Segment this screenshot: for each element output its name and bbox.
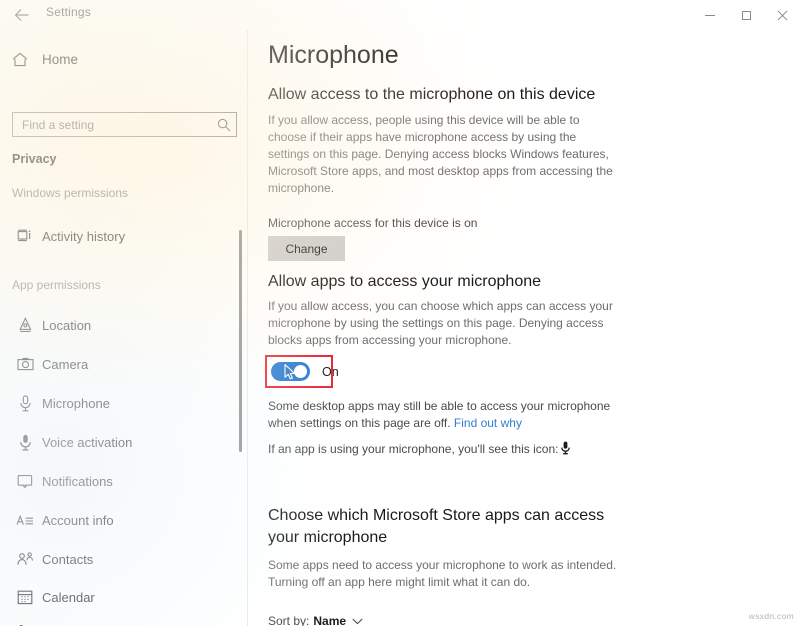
microphone-icon (12, 393, 38, 413)
sidebar-item-camera-label: Camera (42, 356, 89, 372)
maximize-icon[interactable] (728, 0, 764, 30)
phone-calls-icon (12, 622, 38, 626)
minimize-icon[interactable] (692, 0, 728, 30)
desktop-apps-note: Some desktop apps may still be able to a… (268, 398, 620, 432)
home-icon (12, 52, 38, 67)
search-icon[interactable] (212, 118, 236, 132)
store-apps-heading: Choose which Microsoft Store apps can ac… (268, 507, 605, 546)
chevron-down-icon[interactable] (352, 614, 363, 626)
sidebar-item-voice-activation-label: Voice activation (42, 434, 133, 450)
close-icon[interactable] (764, 0, 800, 30)
find-out-why-link[interactable]: Find out why (454, 416, 522, 430)
sidebar-item-home-label: Home (42, 51, 79, 67)
sidebar-item-activity-history-label: Activity history (42, 228, 126, 244)
sidebar-scrollbar[interactable] (236, 230, 246, 626)
sidebar-item-phone-calls[interactable]: Phone calls (0, 618, 236, 626)
apps-access-body: If you allow access, you can choose whic… (268, 299, 613, 347)
annotation-highlight-box (265, 355, 333, 388)
sidebar-scrollbar-thumb[interactable] (239, 230, 242, 452)
sidebar-item-voice-activation[interactable]: Voice activation (0, 428, 236, 456)
sidebar-item-location[interactable]: Location (0, 311, 236, 339)
notifications-icon (12, 471, 38, 491)
location-pin-icon (12, 315, 38, 335)
using-microphone-icon-note: If an app is using your microphone, you'… (268, 441, 648, 460)
sidebar-item-location-label: Location (42, 317, 92, 333)
using-microphone-icon-note-text: If an app is using your microphone, you'… (268, 442, 559, 456)
device-access-heading: Allow access to the microphone on this d… (268, 86, 596, 103)
sidebar-item-home[interactable]: Home (0, 46, 230, 72)
store-apps-body: Some apps need to access your microphone… (268, 558, 617, 589)
sidebar-group-app-permissions: App permissions (12, 278, 101, 292)
sidebar-item-contacts[interactable]: Contacts (0, 545, 236, 573)
sidebar-item-camera[interactable]: Camera (0, 350, 236, 378)
sidebar: Home Find a setting Privacy Windows perm… (0, 30, 248, 626)
sidebar-section-title: Privacy (12, 152, 57, 166)
settings-window: Settings Home Find a setting Privacy Win… (0, 0, 800, 626)
device-access-body: If you allow access, people using this d… (268, 113, 613, 195)
calendar-icon (12, 587, 38, 607)
contacts-icon (12, 549, 38, 569)
title-bar: Settings (0, 0, 800, 30)
apps-access-heading: Allow apps to access your microphone (268, 273, 542, 290)
back-arrow-icon[interactable] (10, 4, 34, 26)
sidebar-group-windows-permissions: Windows permissions (12, 186, 129, 200)
page-title: Microphone (268, 41, 399, 69)
camera-icon (12, 354, 38, 374)
voice-activation-icon (12, 432, 38, 452)
sort-by-value: Name (313, 614, 347, 626)
search-input[interactable]: Find a setting (12, 112, 237, 137)
sidebar-item-microphone-label: Microphone (42, 395, 110, 411)
sidebar-item-activity-history[interactable]: Activity history (0, 222, 236, 250)
sidebar-item-notifications[interactable]: Notifications (0, 467, 236, 495)
change-button[interactable]: Change (268, 236, 345, 261)
sidebar-item-microphone[interactable]: Microphone (0, 389, 236, 417)
sort-by-label: Sort by: (268, 614, 310, 626)
sidebar-item-account-info-label: Account info (42, 512, 114, 528)
desktop-apps-note-text: Some desktop apps may still be able to a… (268, 399, 611, 430)
main-content: Microphone Allow access to the microphon… (248, 30, 800, 626)
watermark: wsxdn.com (748, 611, 794, 621)
sidebar-item-calendar-label: Calendar (42, 589, 95, 605)
sidebar-item-account-info[interactable]: Account info (0, 506, 236, 534)
device-access-status: Microphone access for this device is on (268, 216, 478, 230)
search-placeholder: Find a setting (22, 117, 95, 132)
account-info-icon (12, 510, 38, 530)
sidebar-item-contacts-label: Contacts (42, 551, 94, 567)
window-title: Settings (46, 5, 91, 19)
sort-by-control[interactable]: Sort by: Name (268, 614, 363, 626)
microphone-icon (561, 441, 571, 460)
sidebar-item-calendar[interactable]: Calendar (0, 583, 236, 611)
sidebar-item-notifications-label: Notifications (42, 473, 113, 489)
activity-history-icon (12, 226, 38, 246)
window-controls (692, 0, 800, 30)
